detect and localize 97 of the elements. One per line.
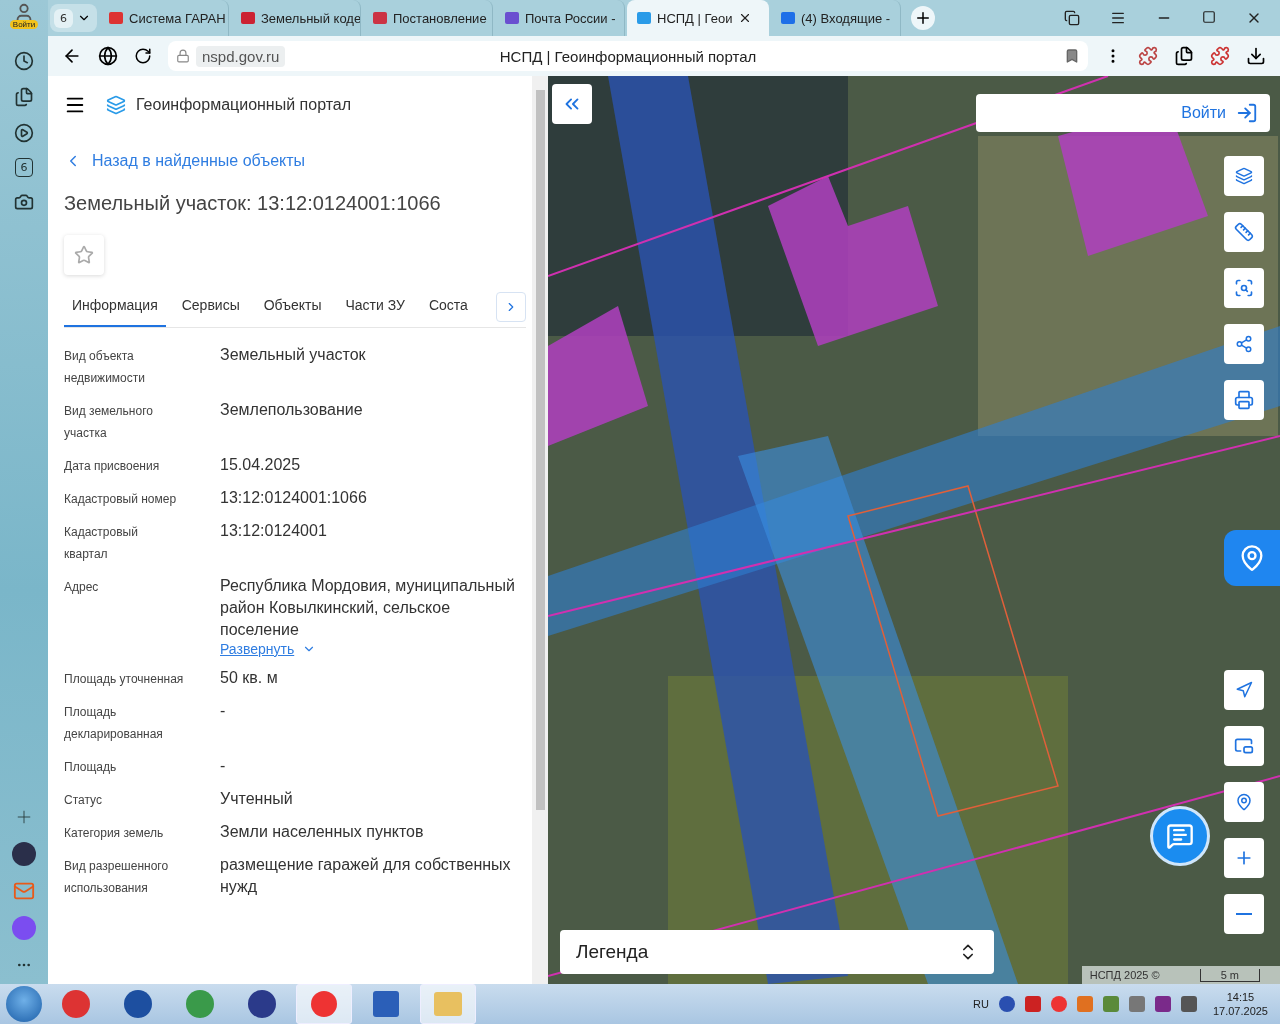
info-tab[interactable]: Объекты xyxy=(255,287,330,327)
field-label: Дата присвоения xyxy=(64,458,161,475)
area-search-icon xyxy=(1234,278,1254,298)
info-tab[interactable]: Соста xyxy=(420,287,476,327)
field-label: Кадастровый номер xyxy=(64,491,178,508)
favicon-icon xyxy=(373,12,387,24)
zoom-out-button[interactable] xyxy=(1224,894,1264,934)
reload-icon[interactable] xyxy=(134,47,152,65)
minus-icon xyxy=(1236,913,1252,915)
new-tab-icon[interactable] xyxy=(911,6,935,30)
address-field[interactable]: nspd.gov.ru НСПД | Геоинформационный портал xyxy=(168,41,1088,71)
field-label: Площадь уточненная xyxy=(64,671,184,688)
camera-icon xyxy=(14,192,34,212)
printer-icon xyxy=(1234,390,1254,410)
bookmark-icon[interactable] xyxy=(1064,48,1080,64)
share-icon xyxy=(1235,335,1253,353)
field-label: Вид объекта недвижимости xyxy=(64,348,146,387)
field-value: Земельный участок xyxy=(220,345,367,365)
profile-button[interactable]: Войти xyxy=(9,2,39,36)
minimap-icon xyxy=(1234,736,1254,756)
field-value: Республика Мордовия, муниципальный район Ковылкинский, сельское поселение xyxy=(220,576,516,640)
mail-icon xyxy=(13,880,35,902)
info-tab[interactable]: Сервисы xyxy=(173,287,248,327)
favicon-icon xyxy=(109,12,123,24)
scrollbar[interactable] xyxy=(532,76,548,984)
star-icon xyxy=(74,245,94,265)
minimap-button[interactable] xyxy=(1224,726,1264,766)
back-link[interactable]: Назад в найденные объекты xyxy=(64,152,516,170)
field-value: 13:12:0124001:1066 xyxy=(220,488,368,508)
search-location-button[interactable] xyxy=(1224,782,1264,822)
field-value: 15.04.2025 xyxy=(220,455,302,475)
field-label: Статус xyxy=(64,792,103,809)
clock-icon xyxy=(14,51,34,71)
field-value: 13:12:0124001 xyxy=(220,521,328,541)
chat-icon xyxy=(1166,822,1194,850)
favicon-icon xyxy=(241,12,255,24)
info-tab[interactable]: Информация xyxy=(64,287,166,327)
login-icon xyxy=(1236,102,1258,124)
field-value: - xyxy=(220,701,227,721)
browser-tab[interactable]: НСПД | Геои xyxy=(627,0,769,36)
field-label: Вид разрешенного использования xyxy=(64,858,170,897)
locate-button[interactable] xyxy=(1224,670,1264,710)
map-attribution: НСПД 2025 © xyxy=(1089,969,1160,981)
layers-button[interactable] xyxy=(1224,156,1264,196)
play-button[interactable] xyxy=(13,122,35,144)
share-button[interactable] xyxy=(1224,324,1264,364)
login-button[interactable]: Войти xyxy=(976,94,1270,132)
tab-count-badge[interactable]: 6 xyxy=(15,158,33,177)
collapse-panel-button[interactable] xyxy=(552,84,592,124)
side-panel-button[interactable] xyxy=(1224,530,1280,586)
map-pin-icon xyxy=(1235,793,1253,811)
ruler-icon xyxy=(1234,222,1254,242)
documents-icon xyxy=(14,87,34,107)
ruler-button[interactable] xyxy=(1224,212,1264,252)
portal-title: Геоинформационный портал xyxy=(136,96,352,114)
lock-icon xyxy=(176,49,190,63)
play-icon xyxy=(14,123,34,143)
portal-logo-icon xyxy=(106,95,126,115)
taskbar-app[interactable] xyxy=(296,984,352,1024)
clock[interactable]: 14:15 17.07.2025 xyxy=(1206,990,1274,1018)
zoom-in-button[interactable] xyxy=(1224,838,1264,878)
extension-icon[interactable] xyxy=(1138,46,1158,66)
field-value: 50 кв. м xyxy=(220,668,279,688)
favicon-icon xyxy=(781,12,795,24)
satellite-map-drawing[interactable] xyxy=(548,76,1280,984)
tab-count-button[interactable]: 6 xyxy=(50,4,97,32)
tab-list-icon[interactable] xyxy=(1064,10,1080,26)
favicon-icon xyxy=(637,12,651,24)
field-label: Кадастровый квартал xyxy=(64,524,139,563)
map-scale: 5 m xyxy=(1199,968,1260,982)
language-indicator[interactable]: RU xyxy=(973,998,989,1010)
field-label: Адрес xyxy=(64,579,100,596)
navigation-arrow-icon xyxy=(1235,681,1253,699)
field-label: Вид земельного участка xyxy=(64,403,154,442)
parcel-heading: Земельный участок: 13:12:0124001:1066 xyxy=(64,192,442,215)
expand-link[interactable]: Развернуть xyxy=(220,641,317,657)
info-tab[interactable]: Части ЗУ xyxy=(337,287,413,327)
legend-select[interactable]: Легенда xyxy=(560,930,994,974)
print-button[interactable] xyxy=(1224,380,1264,420)
field-value: Учтенный xyxy=(220,789,294,809)
field-label: Категория земель xyxy=(64,825,165,842)
field-value: Землепользование xyxy=(220,400,364,420)
download-icon[interactable] xyxy=(1246,46,1266,66)
menu-icon[interactable] xyxy=(1110,10,1126,26)
collections-button[interactable] xyxy=(13,86,35,108)
field-value: Земли населенных пунктов xyxy=(220,822,425,842)
extension-icon[interactable] xyxy=(1210,46,1230,66)
area-search-button[interactable] xyxy=(1224,268,1264,308)
field-label: Площадь xyxy=(64,759,118,776)
field-value: - xyxy=(220,756,227,776)
field-value: размещение гаражей для собственных нужд xyxy=(220,855,512,897)
layers-icon xyxy=(1235,167,1253,185)
field-label: Площадь декларированная xyxy=(64,704,164,743)
start-button[interactable] xyxy=(6,986,42,1022)
history-button[interactable] xyxy=(13,50,35,72)
maximize-icon[interactable] xyxy=(1202,10,1216,24)
favicon-icon xyxy=(505,12,519,24)
